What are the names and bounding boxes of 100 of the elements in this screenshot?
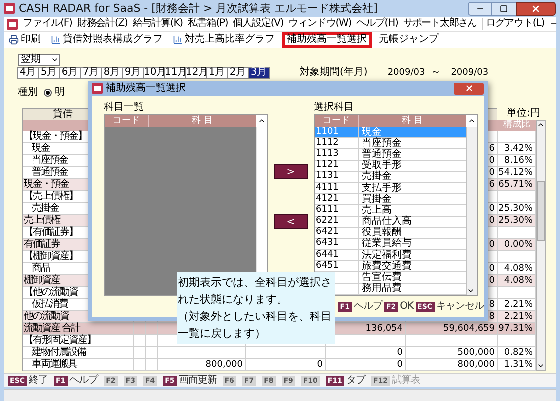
function-key-label: 終了 xyxy=(28,374,48,386)
row-label: 【売上債権】 xyxy=(23,190,78,202)
row-label: 普通預金 xyxy=(31,166,68,178)
row-label: 【有形固定資産】 xyxy=(23,334,96,346)
list-row[interactable]: 6221 商品仕入高 xyxy=(315,216,466,228)
list-row[interactable]: 6431 従業員給与 xyxy=(315,238,466,250)
function-key-label: OK xyxy=(400,301,414,313)
bar-chart-icon xyxy=(51,35,61,45)
dialog-title: 補助残高一覧選択 xyxy=(106,82,186,94)
list-row[interactable]: 4111 支払手形 xyxy=(315,182,466,194)
month-tab[interactable]: 2月 xyxy=(227,67,249,79)
scroll-up-icon[interactable] xyxy=(468,117,476,125)
toolbar-button[interactable]: 印刷 xyxy=(6,32,44,48)
list-row[interactable]: 6111 売上高 xyxy=(315,205,466,216)
close-button[interactable] xyxy=(516,2,556,16)
scroll-up-icon[interactable] xyxy=(258,117,266,125)
month-tab[interactable]: 1月 xyxy=(206,67,228,79)
list-row[interactable]: 1112 当座預金 xyxy=(315,138,466,150)
scroll-down-icon[interactable] xyxy=(537,362,545,370)
period-dropdown[interactable]: 翌期 xyxy=(18,54,60,66)
table-cell: 0 xyxy=(489,215,495,226)
printer-icon xyxy=(9,35,19,45)
account-name: 旅費交通費 xyxy=(361,260,412,272)
table-cell: 2.21% xyxy=(504,311,533,322)
type-label: 種別 xyxy=(18,87,38,99)
menu-item[interactable]: ウィンドウ(W) xyxy=(288,18,352,30)
table-cell: 8 xyxy=(489,299,495,310)
scroll-down-icon[interactable] xyxy=(467,287,475,295)
table-cell: 0 xyxy=(397,347,403,358)
table-cell: 8 xyxy=(489,311,495,322)
list-row[interactable]: 4121 買掛金 xyxy=(315,194,466,206)
row-label: 【他の流動資 xyxy=(23,286,78,298)
menu-item[interactable]: 給与計算(K) xyxy=(132,18,183,30)
scroll-thumb[interactable] xyxy=(537,180,545,240)
table-cell: 500,000 xyxy=(458,347,495,358)
account-name: 普通預金 xyxy=(361,148,402,160)
list-row[interactable]: 1113 普通預金 xyxy=(315,149,466,161)
list-row[interactable]: 1121 受取手形 xyxy=(315,160,466,172)
table-cell: 8.16% xyxy=(504,155,533,166)
month-tab[interactable]: 9月 xyxy=(122,67,144,79)
toolbar-button[interactable]: 対売上高比率グラフ xyxy=(170,32,278,48)
menu-item[interactable]: 私書箱(P) xyxy=(188,18,228,30)
app-logo-icon xyxy=(4,3,15,14)
table-cell: 800,000 xyxy=(206,359,243,370)
function-key-label: ヘルプ xyxy=(354,301,382,313)
account-code: 1101 xyxy=(316,127,339,138)
menu-item[interactable]: ヘルプ(H) xyxy=(356,18,398,30)
row-label: 建物付属設備 xyxy=(31,346,86,358)
list-row[interactable]: 6441 法定福利費 xyxy=(315,250,466,262)
list-title: 選択科目 xyxy=(314,102,355,114)
scroll-up-icon[interactable] xyxy=(537,121,545,129)
account-name: 受取手形 xyxy=(361,160,402,172)
table-cell: 1.31% xyxy=(504,359,533,370)
month-tab[interactable]: 8月 xyxy=(101,67,123,79)
account-name: 支払手形 xyxy=(361,182,402,194)
function-key-label: タブ xyxy=(346,374,366,386)
table-cell: 25.30% xyxy=(498,215,533,226)
add-button[interactable]: > xyxy=(274,164,308,179)
list-row[interactable]: 6421 役員報酬 xyxy=(315,228,466,239)
account-name: 買掛金 xyxy=(361,194,392,205)
account-name: 従業員給与 xyxy=(361,238,412,250)
row-label: 他の流動資 xyxy=(23,310,69,322)
account-code: 1113 xyxy=(316,148,339,160)
table-cell: 0 xyxy=(489,275,495,286)
row-label: 棚卸資産 xyxy=(23,274,60,286)
scrollbar[interactable] xyxy=(536,120,546,371)
list-row[interactable]: 1131 売掛金 xyxy=(315,172,466,183)
toolbar-button[interactable]: 貸借対照表構成グラフ xyxy=(48,32,166,48)
menu-item[interactable]: 財務会計(Z) xyxy=(77,18,128,30)
row-label: 【有価証券】 xyxy=(23,226,78,238)
close-button[interactable] xyxy=(454,82,484,94)
account-code: 6221 xyxy=(316,216,339,227)
column-header: 構成比 xyxy=(502,120,532,131)
function-key-label: 画面更新 xyxy=(178,374,217,386)
table-cell: 0 xyxy=(489,239,495,250)
row-label: 商品 xyxy=(31,262,50,274)
logout-menu-item[interactable]: ログアウト(L) xyxy=(482,18,544,30)
unit-label: 単位:円 xyxy=(507,108,540,120)
menu-item[interactable]: 個人設定(V) xyxy=(233,18,284,30)
month-tab[interactable]: 4月 xyxy=(17,67,39,79)
row-label: 車両運搬具 xyxy=(31,358,77,370)
month-tab[interactable]: 6月 xyxy=(59,67,81,79)
scrollbar[interactable] xyxy=(466,127,477,295)
month-tab[interactable]: 5月 xyxy=(38,67,60,79)
table-cell: 800,000 xyxy=(458,359,495,370)
function-key-label: ヘルプ xyxy=(70,374,98,386)
list-row[interactable]: 6451 旅費交通費 xyxy=(315,261,466,272)
month-tab[interactable]: 3月 xyxy=(248,67,270,79)
row-label: 【現金・預金】 xyxy=(23,130,87,142)
window-title: CASH RADAR for SaaS - [財務会計 > 月次試算表 エルモード株式会社] xyxy=(19,2,378,16)
month-tab[interactable]: 7月 xyxy=(80,67,102,79)
radio-button[interactable] xyxy=(44,89,52,97)
account-code: 6111 xyxy=(316,204,339,216)
function-key-label: キャンセル xyxy=(436,301,484,313)
account-name: 売上高 xyxy=(361,204,392,216)
menu-item[interactable]: ファイル(F) xyxy=(23,18,72,30)
maximize-button[interactable] xyxy=(492,2,516,16)
toolbar-button[interactable]: 元帳ジャンプ xyxy=(376,32,442,48)
callout-text: （対象外としたい科目を、科目一覧に戻します） xyxy=(178,309,333,342)
remove-button[interactable]: < xyxy=(274,214,308,229)
